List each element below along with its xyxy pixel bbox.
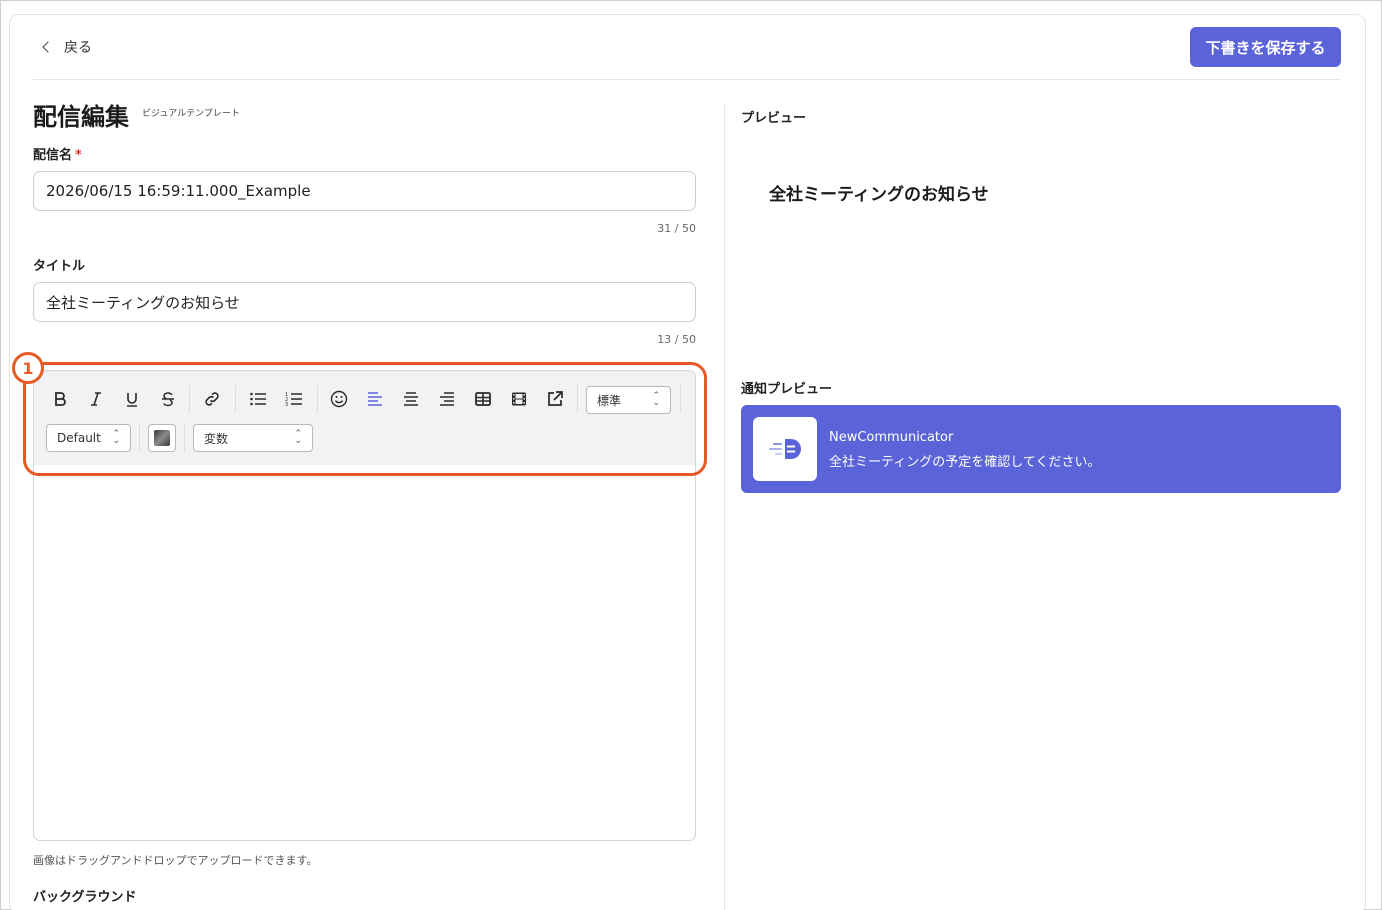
toolbar-separator: [577, 385, 578, 413]
column-divider: [724, 103, 725, 910]
name-char-counter: 31 / 50: [657, 222, 696, 235]
font-value: Default: [57, 431, 101, 445]
toolbar-separator: [184, 424, 185, 452]
notification-preview-label: 通知プレビュー: [741, 382, 833, 397]
bold-icon[interactable]: [48, 388, 72, 410]
back-label: 戻る: [64, 40, 92, 56]
underline-icon[interactable]: [120, 388, 144, 410]
toolbar-separator: [235, 385, 236, 413]
select-arrows-icon: ⌃ ⌄: [652, 391, 660, 408]
font-select[interactable]: Default ⌃ ⌄: [46, 424, 131, 452]
title-label: タイトル: [33, 259, 86, 274]
align-center-icon[interactable]: [399, 388, 423, 410]
title-input[interactable]: 全社ミーティングのお知らせ: [33, 282, 696, 322]
color-swatch-icon: [154, 430, 170, 446]
select-arrows-icon: ⌃ ⌄: [294, 429, 302, 446]
table-icon[interactable]: [471, 388, 495, 410]
upload-hint: 画像はドラッグアンドドロップでアップロードできます。: [33, 854, 318, 867]
align-right-icon[interactable]: [435, 388, 459, 410]
toolbar-separator: [317, 385, 318, 413]
notification-preview-card: NewCommunicator 全社ミーティングの予定を確認してください。: [741, 405, 1341, 493]
variable-select[interactable]: 変数 ⌃ ⌄: [193, 424, 313, 452]
bullet-list-icon[interactable]: [246, 388, 270, 410]
variable-value: 変数: [204, 431, 229, 446]
back-link[interactable]: 戻る: [42, 37, 92, 57]
text-size-value: 標準: [597, 393, 622, 408]
notification-message: 全社ミーティングの予定を確認してください。: [829, 455, 1101, 470]
app-logo-icon: [753, 417, 817, 481]
delivery-name-value: 2026/06/15 16:59:11.000_Example: [46, 182, 311, 200]
toolbar-separator: [680, 385, 681, 413]
preview-label: プレビュー: [741, 111, 807, 126]
name-label-text: 配信名: [33, 148, 73, 163]
toolbar-separator: [189, 385, 190, 413]
numbered-list-icon[interactable]: 123: [282, 388, 306, 410]
italic-icon[interactable]: [84, 388, 108, 410]
emoji-icon[interactable]: [327, 388, 351, 410]
align-left-icon[interactable]: [363, 388, 387, 410]
text-size-select[interactable]: 標準 ⌃ ⌄: [586, 386, 671, 414]
select-arrows-icon: ⌃ ⌄: [112, 429, 120, 446]
svg-text:3: 3: [285, 402, 288, 407]
save-draft-button[interactable]: 下書きを保存する: [1190, 27, 1341, 67]
preview-title: 全社ミーティングのお知らせ: [769, 185, 989, 205]
title-value: 全社ミーティングのお知らせ: [46, 293, 240, 312]
page-title: 配信編集: [33, 103, 129, 131]
required-mark: *: [75, 148, 82, 163]
annotation-badge: 1: [12, 352, 44, 384]
toolbar-separator: [139, 424, 140, 452]
page-subtitle: ビジュアルテンプレート: [142, 109, 240, 119]
link-icon[interactable]: [200, 388, 224, 410]
external-link-icon[interactable]: [543, 388, 567, 410]
video-icon[interactable]: [507, 388, 531, 410]
strikethrough-icon[interactable]: [156, 388, 180, 410]
background-label: バックグラウンド: [33, 890, 137, 905]
header-divider: [33, 79, 1341, 80]
chevron-left-icon: [42, 41, 54, 53]
notification-app-name: NewCommunicator: [829, 430, 954, 445]
delivery-name-input[interactable]: 2026/06/15 16:59:11.000_Example: [33, 171, 696, 211]
title-char-counter: 13 / 50: [657, 333, 696, 346]
text-color-button[interactable]: [148, 424, 176, 452]
name-label: 配信名 *: [33, 144, 82, 163]
